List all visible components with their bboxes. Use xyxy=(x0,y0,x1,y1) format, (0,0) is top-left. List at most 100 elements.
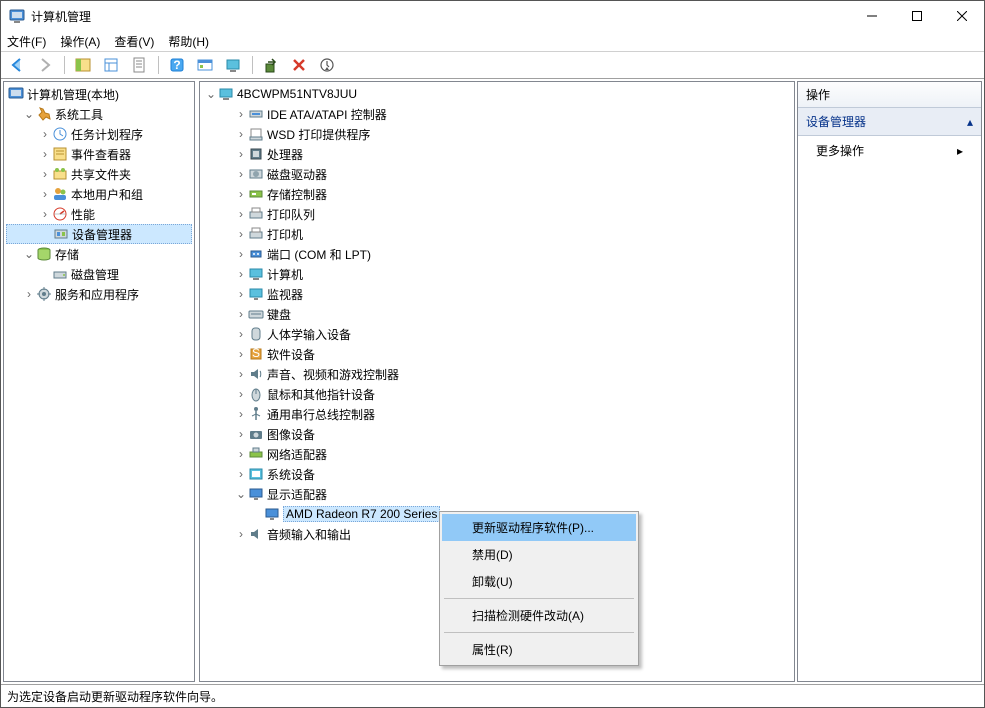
delete-button[interactable] xyxy=(287,54,311,76)
ctx-update-driver[interactable]: 更新驱动程序软件(P)... xyxy=(442,514,636,541)
device-ports[interactable]: ›端口 (COM 和 LPT) xyxy=(202,244,792,264)
device-cpu[interactable]: › 处理器 xyxy=(202,144,792,164)
expand-icon[interactable]: › xyxy=(234,167,248,181)
expand-icon[interactable]: › xyxy=(234,287,248,301)
expand-icon[interactable]: › xyxy=(234,527,248,541)
tree-label: 本地用户和组 xyxy=(71,186,143,203)
collapse-icon[interactable]: ⌄ xyxy=(22,107,36,121)
expand-icon[interactable]: › xyxy=(234,427,248,441)
device-ide[interactable]: ›IDE ATA/ATAPI 控制器 xyxy=(202,104,792,124)
expand-icon[interactable]: › xyxy=(234,127,248,141)
device-label: 图像设备 xyxy=(267,426,315,443)
ctx-disable[interactable]: 禁用(D) xyxy=(442,541,636,568)
toolbar-button-5[interactable] xyxy=(193,54,217,76)
device-printqueue[interactable]: ›打印队列 xyxy=(202,204,792,224)
device-system[interactable]: ›系统设备 xyxy=(202,464,792,484)
ctx-uninstall[interactable]: 卸载(U) xyxy=(442,568,636,595)
tree-storage[interactable]: ⌄ 存储 xyxy=(6,244,192,264)
toolbar-button-7[interactable] xyxy=(259,54,283,76)
tree-disk-mgmt[interactable]: 磁盘管理 xyxy=(6,264,192,284)
device-imaging[interactable]: › 图像设备 xyxy=(202,424,792,444)
tree-event-viewer[interactable]: › 事件查看器 xyxy=(6,144,192,164)
users-icon xyxy=(52,186,68,202)
expand-icon[interactable]: › xyxy=(234,307,248,321)
device-monitor[interactable]: ›监视器 xyxy=(202,284,792,304)
tree-performance[interactable]: › 性能 xyxy=(6,204,192,224)
collapse-icon[interactable]: ⌄ xyxy=(234,487,248,501)
expand-icon[interactable]: › xyxy=(38,187,52,201)
computer_cat-icon xyxy=(248,266,264,282)
tree-local-users[interactable]: › 本地用户和组 xyxy=(6,184,192,204)
menu-view[interactable]: 查看(V) xyxy=(114,33,154,50)
actions-header: 操作 xyxy=(798,82,981,108)
tree-root[interactable]: 计算机管理(本地) xyxy=(6,84,192,104)
expand-icon[interactable]: › xyxy=(234,247,248,261)
maximize-button[interactable] xyxy=(894,1,939,31)
device-storage[interactable]: ›存储控制器 xyxy=(202,184,792,204)
close-button[interactable] xyxy=(939,1,984,31)
expand-icon[interactable]: › xyxy=(38,147,52,161)
expand-icon[interactable]: › xyxy=(38,167,52,181)
menu-help[interactable]: 帮助(H) xyxy=(168,33,209,50)
device-label: 打印机 xyxy=(267,226,303,243)
device-network[interactable]: ›网络适配器 xyxy=(202,444,792,464)
toolbar-button-9[interactable] xyxy=(315,54,339,76)
forward-button[interactable] xyxy=(33,54,57,76)
expand-icon[interactable]: › xyxy=(234,327,248,341)
menu-action[interactable]: 操作(A) xyxy=(60,33,100,50)
menu-file[interactable]: 文件(F) xyxy=(7,33,46,50)
expand-icon[interactable]: › xyxy=(234,367,248,381)
expand-icon[interactable]: › xyxy=(22,287,36,301)
display-icon xyxy=(248,486,264,502)
device-hid[interactable]: ›人体学输入设备 xyxy=(202,324,792,344)
tree-shared-folders[interactable]: › 共享文件夹 xyxy=(6,164,192,184)
expand-icon[interactable]: › xyxy=(38,127,52,141)
expand-icon[interactable]: › xyxy=(234,387,248,401)
toolbar-button-6[interactable] xyxy=(221,54,245,76)
ctx-scan[interactable]: 扫描检测硬件改动(A) xyxy=(442,602,636,629)
tree-task-scheduler[interactable]: › 任务计划程序 xyxy=(6,124,192,144)
expand-icon[interactable]: › xyxy=(234,347,248,361)
device-usb[interactable]: ›通用串行总线控制器 xyxy=(202,404,792,424)
expand-icon[interactable]: › xyxy=(234,447,248,461)
device-display[interactable]: ⌄显示适配器 xyxy=(202,484,792,504)
properties-button[interactable] xyxy=(99,54,123,76)
tree-system-tools[interactable]: ⌄ 系统工具 xyxy=(6,104,192,124)
expand-icon[interactable]: › xyxy=(234,467,248,481)
tree-services[interactable]: › 服务和应用程序 xyxy=(6,284,192,304)
device-label: 处理器 xyxy=(267,146,303,163)
device-computer_cat[interactable]: ›计算机 xyxy=(202,264,792,284)
device-sound[interactable]: ›声音、视频和游戏控制器 xyxy=(202,364,792,384)
device-disk[interactable]: ›磁盘驱动器 xyxy=(202,164,792,184)
expand-icon[interactable]: › xyxy=(38,207,52,221)
device-mouse[interactable]: ›鼠标和其他指针设备 xyxy=(202,384,792,404)
minimize-button[interactable] xyxy=(849,1,894,31)
actions-section[interactable]: 设备管理器 ▴ xyxy=(798,108,981,136)
expand-icon[interactable]: › xyxy=(234,227,248,241)
device-root[interactable]: ⌄ 4BCWPM51NTV8JUU xyxy=(202,84,792,104)
actions-more[interactable]: 更多操作 ▸ xyxy=(798,136,981,165)
export-button[interactable] xyxy=(127,54,151,76)
device-printer[interactable]: › 打印机 xyxy=(202,224,792,244)
expand-icon[interactable]: › xyxy=(234,267,248,281)
show-hide-tree-button[interactable] xyxy=(71,54,95,76)
tree-device-manager[interactable]: 设备管理器 xyxy=(6,224,192,244)
device-keyboard[interactable]: ›键盘 xyxy=(202,304,792,324)
expand-icon[interactable]: › xyxy=(234,107,248,121)
ctx-properties[interactable]: 属性(R) xyxy=(442,636,636,663)
services-icon xyxy=(36,286,52,302)
collapse-icon[interactable]: ⌄ xyxy=(22,247,36,261)
expand-icon[interactable]: › xyxy=(234,407,248,421)
printqueue-icon xyxy=(248,206,264,222)
device-software[interactable]: ›S软件设备 xyxy=(202,344,792,364)
expand-icon[interactable]: › xyxy=(234,147,248,161)
collapse-icon[interactable]: ⌄ xyxy=(204,87,218,101)
back-button[interactable] xyxy=(5,54,29,76)
menu-separator xyxy=(444,632,634,633)
help-button[interactable]: ? xyxy=(165,54,189,76)
actions-section-label: 设备管理器 xyxy=(806,113,866,130)
device-label: 4BCWPM51NTV8JUU xyxy=(237,87,357,101)
device-wsd[interactable]: ›WSD 打印提供程序 xyxy=(202,124,792,144)
expand-icon[interactable]: › xyxy=(234,207,248,221)
expand-icon[interactable]: › xyxy=(234,187,248,201)
